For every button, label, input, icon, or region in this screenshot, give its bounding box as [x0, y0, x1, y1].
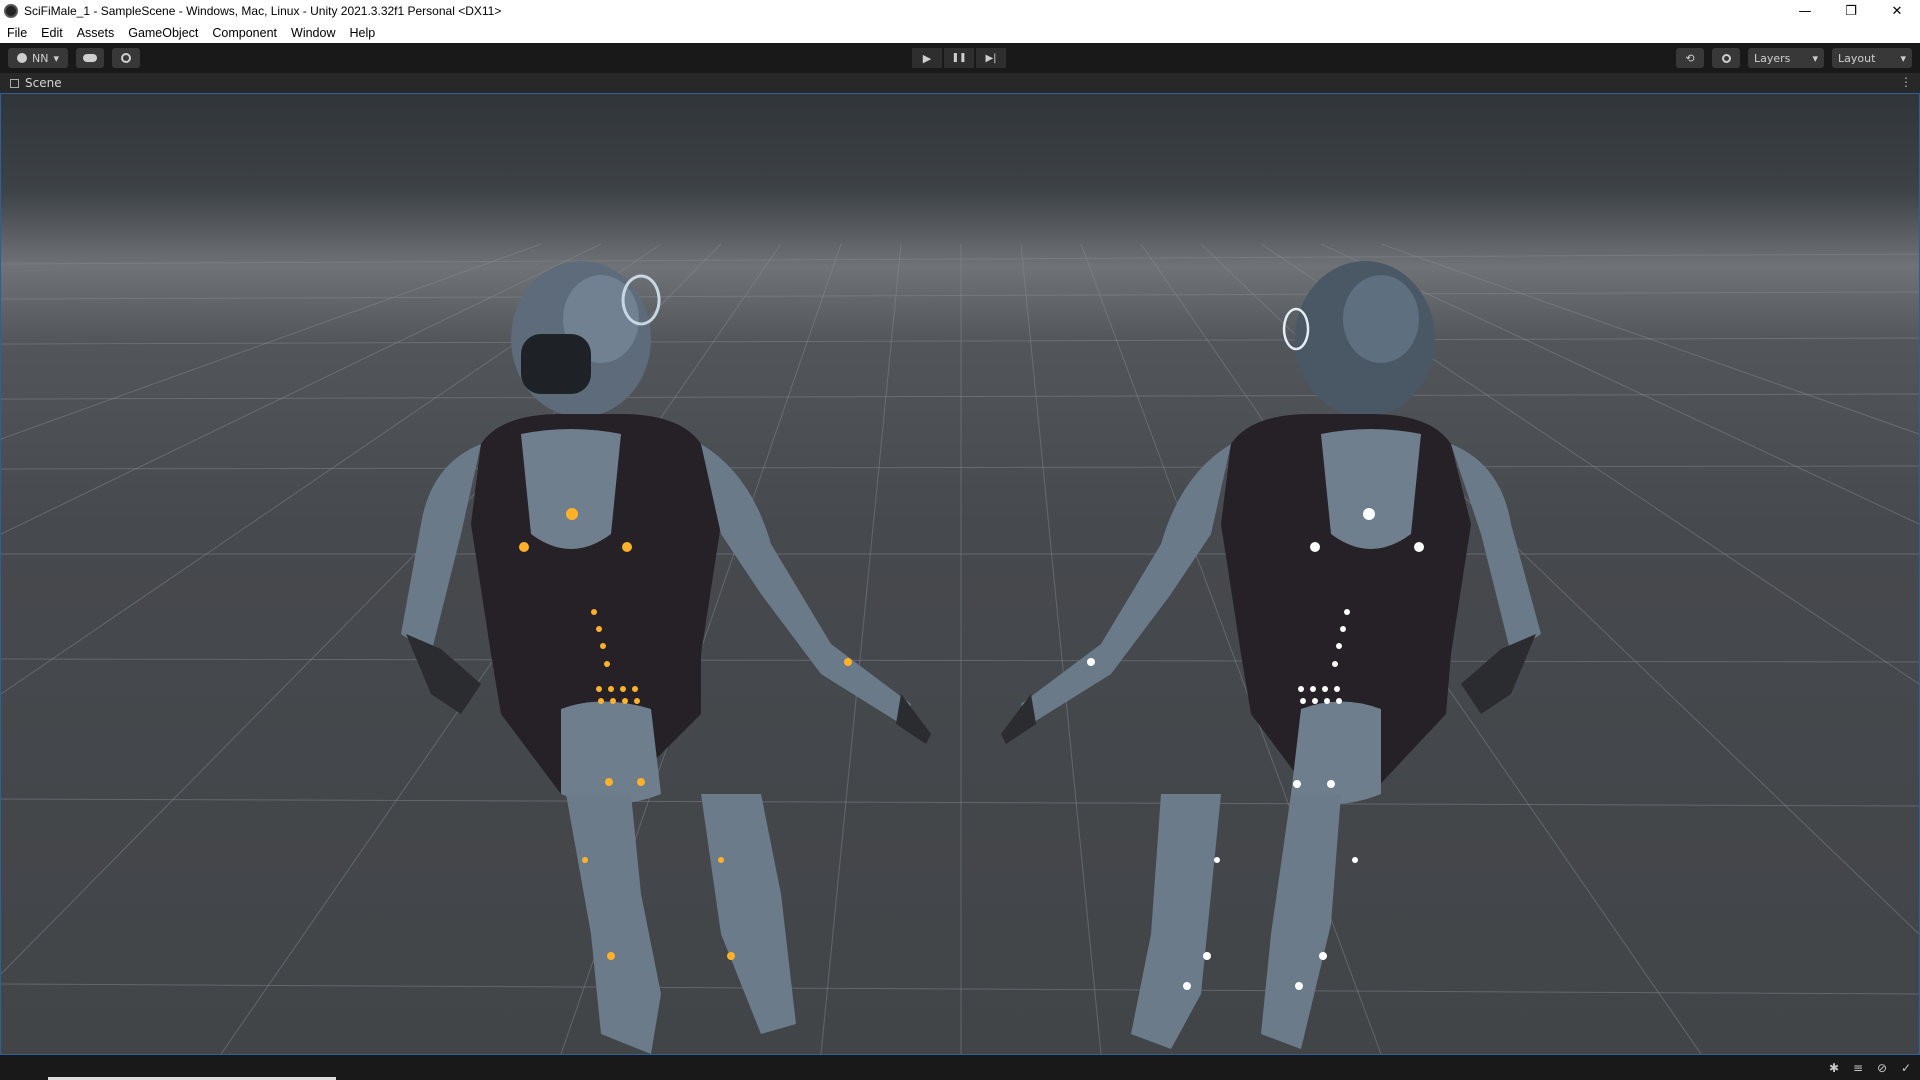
network-icon[interactable]: ⊘ [1874, 1060, 1890, 1076]
character-right[interactable] [1001, 261, 1541, 1049]
bug-icon[interactable]: ✱ [1826, 1060, 1842, 1076]
stack-icon[interactable]: ≡ [1850, 1060, 1866, 1076]
playmode-controls: ▶ ❚❚ ▶| [912, 48, 1006, 68]
window-controls: — ❐ ✕ [1782, 0, 1920, 22]
menu-gameobject[interactable]: GameObject [121, 26, 205, 40]
menu-window[interactable]: Window [284, 26, 342, 40]
play-icon: ▶ [922, 51, 932, 65]
layout-dropdown[interactable]: Layout ▾ [1832, 48, 1912, 68]
layers-label: Layers [1754, 51, 1791, 65]
status-icons: ✱ ≡ ⊘ ✓ [1826, 1060, 1914, 1076]
cloud-button[interactable] [76, 48, 104, 68]
collab-icon [121, 53, 131, 63]
main-toolbar: NN ▾ ▶ ❚❚ ▶| ⟲ Layers ▾ Layout ▾ [0, 43, 1920, 73]
unity-logo-icon [4, 4, 18, 18]
layout-label: Layout [1838, 51, 1876, 65]
pause-button[interactable]: ❚❚ [944, 48, 974, 68]
menu-file[interactable]: File [0, 26, 34, 40]
scene-viewport[interactable] [0, 93, 1920, 1055]
tab-menu-icon[interactable]: ⋮ [1900, 75, 1912, 89]
menu-help[interactable]: Help [342, 26, 382, 40]
menu-edit[interactable]: Edit [34, 26, 70, 40]
window-title-bar: SciFiMale_1 - SampleScene - Windows, Mac… [0, 0, 1920, 22]
play-button[interactable]: ▶ [912, 48, 942, 68]
chevron-down-icon: ▾ [1812, 51, 1818, 65]
tab-scene-label: Scene [25, 76, 62, 90]
chevron-down-icon: ▾ [1900, 51, 1906, 65]
history-icon: ⟲ [1685, 51, 1695, 65]
check-icon[interactable]: ✓ [1898, 1060, 1914, 1076]
account-dropdown[interactable]: NN ▾ [8, 48, 68, 68]
collab-button[interactable] [112, 48, 140, 68]
scene-tab-strip: Scene ⋮ [0, 73, 1920, 94]
menu-bar: File Edit Assets GameObject Component Wi… [0, 22, 1920, 43]
account-icon [17, 53, 27, 63]
close-button[interactable]: ✕ [1874, 0, 1920, 22]
undo-history-button[interactable]: ⟲ [1676, 48, 1704, 68]
window-title: SciFiMale_1 - SampleScene - Windows, Mac… [24, 4, 502, 18]
character-left[interactable] [401, 261, 931, 1054]
scene-render [1, 243, 1919, 1054]
search-icon [1721, 53, 1731, 63]
menu-assets[interactable]: Assets [70, 26, 122, 40]
search-button[interactable] [1712, 48, 1740, 68]
minimize-button[interactable]: — [1782, 0, 1828, 22]
account-label: NN [32, 51, 49, 65]
layers-dropdown[interactable]: Layers ▾ [1748, 48, 1824, 68]
step-button[interactable]: ▶| [976, 48, 1006, 68]
ground-grid [1, 243, 1919, 1054]
tab-scene[interactable]: Scene [0, 73, 72, 93]
grid-icon [10, 78, 19, 88]
menu-component[interactable]: Component [205, 26, 284, 40]
step-icon: ▶| [985, 52, 997, 64]
pause-icon: ❚❚ [951, 53, 967, 63]
restore-button[interactable]: ❐ [1828, 0, 1874, 22]
cloud-icon [83, 54, 97, 62]
chevron-down-icon: ▾ [53, 51, 59, 65]
